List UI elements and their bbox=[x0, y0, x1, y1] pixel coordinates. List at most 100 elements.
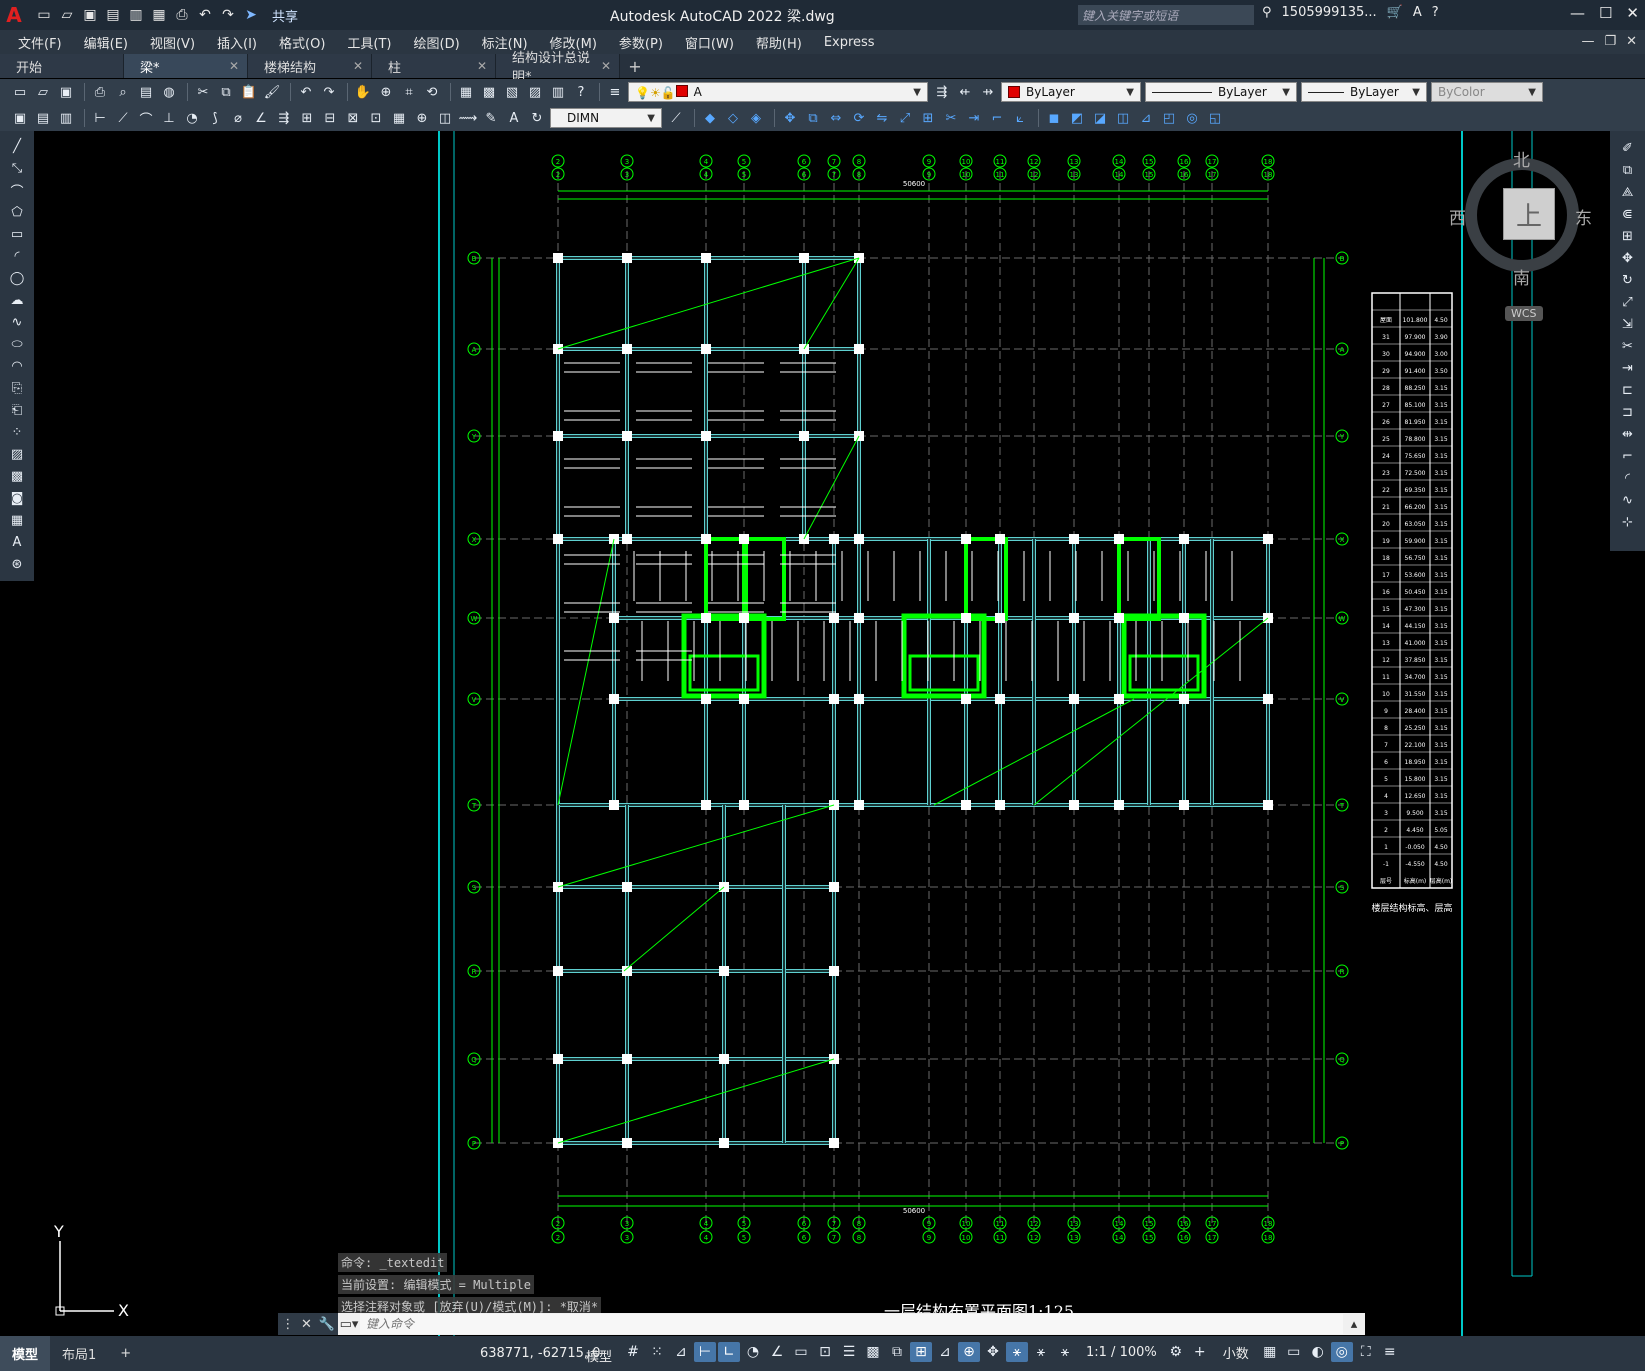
add-selected-icon[interactable]: ⊛ bbox=[6, 554, 28, 574]
menu-item[interactable]: 格式(O) bbox=[279, 33, 325, 52]
insert-block-icon[interactable]: ⎘ bbox=[6, 378, 28, 398]
blend-icon[interactable]: ∿ bbox=[1617, 490, 1639, 510]
minimize-button[interactable]: — bbox=[1570, 4, 1585, 22]
close-tab-icon[interactable]: ✕ bbox=[229, 59, 239, 73]
ellipse-icon[interactable]: ⬭ bbox=[6, 334, 28, 354]
gradient-icon[interactable]: ▩ bbox=[6, 466, 28, 486]
center-mark-icon[interactable]: ⊕ bbox=[412, 108, 432, 128]
zoom-realtime-icon[interactable]: ⊕ bbox=[376, 82, 396, 102]
undo-icon[interactable]: ↶ bbox=[296, 82, 316, 102]
maximize-button[interactable]: ☐ bbox=[1599, 4, 1612, 22]
snap-icon[interactable]: ⁙ bbox=[646, 1342, 668, 1362]
rotate-icon[interactable]: ⟳ bbox=[849, 108, 869, 128]
point-icon[interactable]: ⁘ bbox=[6, 422, 28, 442]
menu-item[interactable]: 参数(P) bbox=[619, 33, 663, 52]
construction-line-icon[interactable]: ⤡ bbox=[6, 158, 28, 178]
close-tab-icon[interactable]: ✕ bbox=[477, 59, 487, 73]
tool-palettes-icon[interactable]: ▧ bbox=[502, 82, 522, 102]
dim-break-icon[interactable]: ⊡ bbox=[366, 108, 386, 128]
lineweight-dropdown[interactable]: ByLayer ▼ bbox=[1301, 82, 1427, 102]
close-tab-icon[interactable]: ✕ bbox=[353, 59, 363, 73]
make-current-icon[interactable]: ⇶ bbox=[932, 82, 952, 102]
chamfer-icon[interactable]: ⟀ bbox=[1010, 108, 1030, 128]
doc-minimize-button[interactable]: — bbox=[1581, 34, 1594, 49]
infer-icon[interactable]: ⊿ bbox=[670, 1342, 692, 1362]
close-tab-icon[interactable]: ✕ bbox=[601, 59, 611, 73]
erase-icon[interactable]: ✐ bbox=[1617, 138, 1639, 158]
copy-object-icon[interactable]: ⧉ bbox=[1617, 160, 1639, 180]
menu-item[interactable]: 编辑(E) bbox=[84, 33, 128, 52]
join-icon[interactable]: ⇹ bbox=[1617, 424, 1639, 444]
cart-icon[interactable]: 🛒 bbox=[1387, 5, 1403, 20]
dim-edit-icon[interactable]: ✎ bbox=[481, 108, 501, 128]
copy-object-icon[interactable]: ⧉ bbox=[803, 108, 823, 128]
viewcube[interactable]: 北 南 西 东 上 WCS bbox=[1449, 146, 1592, 326]
share-icon[interactable]: ➤ bbox=[241, 5, 261, 25]
visual-style-icon-2[interactable]: ◇ bbox=[723, 108, 743, 128]
menu-item[interactable]: 工具(T) bbox=[347, 33, 391, 52]
clean-screen-icon[interactable]: ⛶ bbox=[1355, 1342, 1377, 1362]
viewcube-top-face[interactable]: 上 bbox=[1503, 188, 1555, 240]
publish-icon[interactable]: ▤ bbox=[136, 82, 156, 102]
block-icon[interactable]: ▥ bbox=[56, 108, 76, 128]
selection-cycling-icon[interactable]: ⧉ bbox=[886, 1342, 908, 1362]
properties-icon[interactable]: ▦ bbox=[456, 82, 476, 102]
workspace-icon[interactable]: ⚙ bbox=[1165, 1342, 1187, 1362]
explode-icon[interactable]: ⊹ bbox=[1617, 512, 1639, 532]
menu-item[interactable]: Express bbox=[824, 35, 875, 50]
spline-icon[interactable]: ∿ bbox=[6, 312, 28, 332]
redo-icon[interactable]: ↷ bbox=[218, 5, 238, 25]
visual-style-icon-3[interactable]: ◈ bbox=[746, 108, 766, 128]
design-center-icon[interactable]: ▩ bbox=[479, 82, 499, 102]
break-at-point-icon[interactable]: ⊏ bbox=[1617, 380, 1639, 400]
search-input[interactable]: 键入关键字或短语 bbox=[1078, 5, 1254, 25]
close-button[interactable]: ✕ bbox=[1626, 4, 1639, 22]
pan-icon[interactable]: ✋ bbox=[353, 82, 373, 102]
viewcube-south[interactable]: 南 bbox=[1513, 264, 1530, 289]
annotation-visibility-icon[interactable]: ⚹ bbox=[1006, 1342, 1028, 1362]
grip-icon[interactable]: ⋮ bbox=[281, 1317, 294, 1332]
break-icon[interactable]: ⊐ bbox=[1617, 402, 1639, 422]
dim-space-icon[interactable]: ⊠ bbox=[343, 108, 363, 128]
dim-update-icon[interactable]: ↻ bbox=[527, 108, 547, 128]
zoom-previous-icon[interactable]: ⟲ bbox=[422, 82, 442, 102]
inspect-icon[interactable]: ◫ bbox=[435, 108, 455, 128]
print-icon[interactable]: ⎙ bbox=[90, 82, 110, 102]
tab-model[interactable]: 模型 bbox=[0, 1336, 51, 1371]
polyline-icon[interactable]: ⌒ bbox=[6, 180, 28, 200]
share-button[interactable]: 共享 bbox=[272, 6, 298, 25]
rectangle-icon[interactable]: ▭ bbox=[6, 224, 28, 244]
mirror-icon[interactable]: ⇋ bbox=[872, 108, 892, 128]
grid-icon[interactable]: # bbox=[622, 1342, 644, 1362]
osnap-icon[interactable]: ⊡ bbox=[814, 1342, 836, 1362]
polygon-icon[interactable]: ⬠ bbox=[6, 202, 28, 222]
exchange-icon[interactable]: A bbox=[1413, 5, 1422, 20]
lineweight-icon[interactable]: ☰ bbox=[838, 1342, 860, 1362]
annotation-scale-icon[interactable]: ⚹ bbox=[1054, 1342, 1076, 1362]
new-icon[interactable]: ▭ bbox=[10, 82, 30, 102]
view-icon[interactable]: ◰ bbox=[1159, 108, 1179, 128]
open-icon[interactable]: ▱ bbox=[57, 5, 77, 25]
dimstyle-manager-icon[interactable]: ⟋ bbox=[666, 108, 686, 128]
new-tab-button[interactable]: + bbox=[620, 54, 650, 78]
layer-previous-icon[interactable]: ⇷ bbox=[955, 82, 975, 102]
array-icon[interactable]: ⊞ bbox=[1617, 226, 1639, 246]
trim-icon[interactable]: ✂ bbox=[941, 108, 961, 128]
linetype-dropdown[interactable]: ByLayer ▼ bbox=[1145, 82, 1297, 102]
cursor-coordinates[interactable]: 638771, -62715, 0 bbox=[480, 1346, 600, 1361]
search-icon[interactable]: ⚲ bbox=[1262, 5, 1272, 20]
save-icon[interactable]: ▣ bbox=[80, 5, 100, 25]
document-tab[interactable]: 开始 bbox=[0, 54, 124, 78]
ucs-icon[interactable]: ⊿ bbox=[1136, 108, 1156, 128]
saveas-icon[interactable]: ▤ bbox=[103, 5, 123, 25]
extend-icon[interactable]: ⇥ bbox=[1617, 358, 1639, 378]
plotstyle-dropdown[interactable]: ByColor ▼ bbox=[1431, 82, 1543, 102]
radius-dim-icon[interactable]: ◔ bbox=[182, 108, 202, 128]
osnap-tracking-icon[interactable]: ▭ bbox=[790, 1342, 812, 1362]
mesh-icon[interactable]: ◪ bbox=[1090, 108, 1110, 128]
layer-dropdown[interactable]: 💡☀🔓 A ▼ bbox=[628, 82, 928, 102]
recent-commands-icon[interactable]: ▭▾ bbox=[338, 1317, 360, 1332]
hardware-accel-icon[interactable]: ◎ bbox=[1330, 1342, 1353, 1362]
stretch-icon[interactable]: ⇔ bbox=[826, 108, 846, 128]
orbit-icon[interactable]: ◎ bbox=[1182, 108, 1202, 128]
